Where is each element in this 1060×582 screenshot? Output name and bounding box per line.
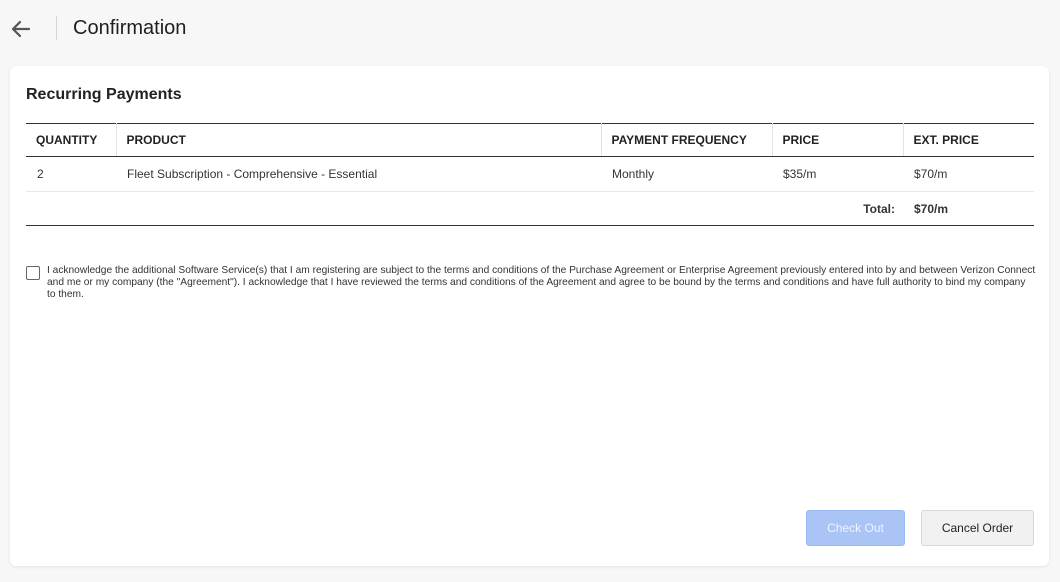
cell-payment-frequency: Monthly xyxy=(601,156,772,192)
column-header-ext-price: EXT. PRICE xyxy=(903,123,1034,157)
page-title: Confirmation xyxy=(73,17,187,39)
table-header-row: QUANTITY PRODUCT PAYMENT FREQUENCY PRICE… xyxy=(26,123,1034,157)
acknowledgement-text: I acknowledge the additional Software Se… xyxy=(47,265,1036,300)
cancel-order-button[interactable]: Cancel Order xyxy=(921,510,1034,546)
table-row: 2 Fleet Subscription - Comprehensive - E… xyxy=(26,156,1034,192)
cell-ext-price: $70/m xyxy=(903,156,1034,192)
recurring-payments-card: Recurring Payments QUANTITY PRODUCT PAYM… xyxy=(10,66,1049,566)
cell-price: $35/m xyxy=(772,156,903,192)
section-title: Recurring Payments xyxy=(26,86,182,103)
header-divider xyxy=(56,16,57,40)
total-value: $70/m xyxy=(903,191,1034,226)
checkout-button[interactable]: Check Out xyxy=(806,510,905,546)
cell-quantity: 2 xyxy=(26,156,116,192)
cell-product: Fleet Subscription - Comprehensive - Ess… xyxy=(116,156,601,192)
total-spacer xyxy=(116,191,601,226)
payments-table: QUANTITY PRODUCT PAYMENT FREQUENCY PRICE… xyxy=(26,123,1034,226)
total-spacer xyxy=(26,191,116,226)
total-label: Total: xyxy=(601,191,903,226)
column-header-payment-frequency: PAYMENT FREQUENCY xyxy=(601,123,773,157)
back-button[interactable] xyxy=(8,16,34,42)
column-header-product: PRODUCT xyxy=(116,123,602,157)
arrow-left-icon xyxy=(11,20,31,38)
acknowledgement: I acknowledge the additional Software Se… xyxy=(26,265,1036,301)
total-row: Total: $70/m xyxy=(26,191,1034,226)
column-header-price: PRICE xyxy=(772,123,904,157)
column-header-quantity: QUANTITY xyxy=(26,123,117,157)
page-header: Confirmation xyxy=(0,0,1060,58)
acknowledgement-checkbox[interactable] xyxy=(26,266,40,280)
